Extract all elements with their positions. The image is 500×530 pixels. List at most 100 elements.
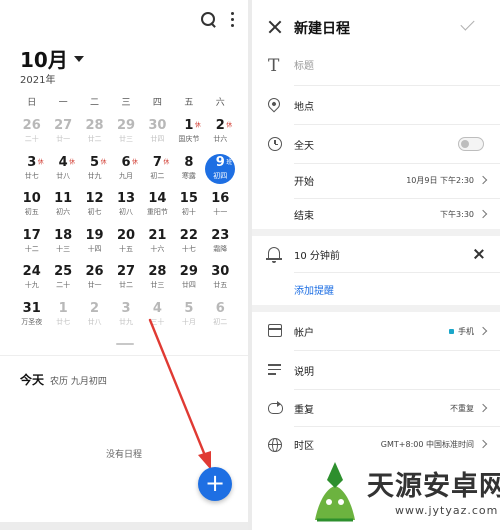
location-row[interactable]: 地点 bbox=[252, 86, 500, 124]
add-event-button[interactable]: + bbox=[198, 467, 232, 501]
day-cell[interactable]: 20 十五 bbox=[110, 226, 141, 263]
day-cell[interactable]: 25 二十 bbox=[47, 262, 78, 299]
lunar-date: 廿二 bbox=[87, 135, 102, 143]
all-day-toggle[interactable] bbox=[458, 137, 484, 151]
weekday-label: 一 bbox=[58, 98, 68, 108]
repeat-row[interactable]: 重复 不重复 bbox=[252, 390, 500, 426]
day-cell[interactable]: 30 廿四 bbox=[142, 116, 173, 153]
reminder-label: 10 分钟前 bbox=[294, 251, 340, 262]
day-number: 21 bbox=[148, 227, 167, 243]
lunar-date: 廿一 bbox=[87, 281, 102, 289]
lunar-date: 廿八 bbox=[56, 171, 71, 180]
day-cell[interactable]: 29 廿四 bbox=[173, 262, 204, 299]
day-cell[interactable]: 17 十二 bbox=[16, 226, 47, 263]
day-cell[interactable]: 28 廿二 bbox=[79, 116, 110, 153]
day-cell[interactable]: 11 初六 bbox=[47, 189, 78, 226]
day-cell[interactable]: 4 三十 bbox=[142, 299, 173, 336]
start-time-row[interactable]: 开始 10月9日 下午2:30 bbox=[252, 164, 500, 198]
day-number: 17 bbox=[22, 227, 41, 243]
day-number: 28 bbox=[85, 118, 104, 133]
day-cell-selected[interactable]: 9 初四班 bbox=[205, 153, 236, 190]
day-cell[interactable]: 18 十三 bbox=[47, 226, 78, 263]
lunar-date: 万圣夜 bbox=[21, 317, 43, 326]
day-cell[interactable]: 15 初十 bbox=[173, 189, 204, 226]
new-event-screen: 新建日程 T 地点 全天 开始 10月9日 下午2:30 结束 下午3:30 1… bbox=[252, 0, 500, 530]
day-cell[interactable]: 3 廿七休 bbox=[16, 153, 47, 190]
remove-reminder-icon[interactable] bbox=[474, 249, 484, 259]
more-options-icon[interactable] bbox=[230, 12, 234, 27]
day-cell[interactable]: 29 廿三 bbox=[110, 116, 141, 153]
day-cell[interactable]: 3 廿九 bbox=[110, 299, 141, 336]
day-cell[interactable]: 2 廿六休 bbox=[205, 116, 236, 153]
day-cell[interactable]: 7 初二休 bbox=[142, 153, 173, 190]
day-cell[interactable]: 4 廿八休 bbox=[47, 153, 78, 190]
page-title: 新建日程 bbox=[294, 21, 350, 37]
lunar-date: 廿五 bbox=[213, 281, 228, 289]
day-cell[interactable]: 23 霜降 bbox=[205, 226, 236, 263]
day-cell[interactable]: 12 初七 bbox=[79, 189, 110, 226]
day-cell[interactable]: 1 廿七 bbox=[47, 299, 78, 336]
day-cell[interactable]: 26 廿一 bbox=[79, 262, 110, 299]
month-selector[interactable]: 10月 bbox=[20, 44, 84, 73]
description-row[interactable]: 说明 bbox=[252, 351, 500, 389]
day-number: 10 bbox=[22, 191, 41, 206]
lunar-date: 十二 bbox=[24, 244, 39, 253]
arrow-shaft bbox=[148, 318, 208, 460]
day-cell[interactable]: 19 十四 bbox=[79, 226, 110, 263]
chevron-right-icon bbox=[478, 209, 488, 219]
day-cell[interactable]: 24 十九 bbox=[16, 262, 47, 299]
day-cell[interactable]: 27 廿一 bbox=[47, 116, 78, 153]
day-cell[interactable]: 21 十六 bbox=[142, 226, 173, 263]
day-cell[interactable]: 26 二十 bbox=[16, 116, 47, 153]
save-check-icon[interactable] bbox=[460, 16, 475, 31]
today-label: 今天 bbox=[20, 373, 45, 387]
day-cell[interactable]: 1 国庆节休 bbox=[173, 116, 204, 153]
day-number: 23 bbox=[211, 227, 230, 243]
day-cell[interactable]: 2 廿八 bbox=[79, 299, 110, 336]
chevron-right-icon bbox=[478, 326, 488, 336]
end-time-row[interactable]: 结束 下午3:30 bbox=[252, 199, 500, 229]
repeat-label: 重复 bbox=[294, 405, 314, 416]
holiday-badge: 休 bbox=[37, 158, 44, 166]
description-lines-icon bbox=[268, 364, 281, 375]
weekday-label: 五 bbox=[184, 98, 194, 108]
location-pin-icon bbox=[265, 95, 283, 113]
day-cell[interactable]: 6 初二 bbox=[205, 299, 236, 336]
day-number: 25 bbox=[54, 264, 73, 279]
lunar-date: 霜降 bbox=[213, 244, 228, 253]
add-reminder-link[interactable]: 添加提醒 bbox=[294, 282, 334, 297]
section-gap bbox=[252, 229, 500, 236]
lunar-date: 十六 bbox=[150, 244, 165, 253]
day-cell[interactable]: 6 九月休 bbox=[110, 153, 141, 190]
day-cell[interactable]: 27 廿二 bbox=[110, 262, 141, 299]
day-cell[interactable]: 30 廿五 bbox=[205, 262, 236, 299]
day-cell[interactable]: 10 初五 bbox=[16, 189, 47, 226]
title-input[interactable] bbox=[294, 57, 474, 75]
search-icon[interactable] bbox=[201, 12, 216, 28]
collapse-handle[interactable] bbox=[116, 343, 134, 345]
holiday-badge: 休 bbox=[194, 122, 201, 129]
day-number: 22 bbox=[179, 227, 198, 243]
no-events-text: 没有日程 bbox=[105, 450, 142, 460]
end-value: 下午3:30 bbox=[440, 210, 474, 219]
watermark-site-name: 天源安卓网 bbox=[367, 471, 500, 502]
day-cell[interactable]: 5 十月 bbox=[173, 299, 204, 336]
day-number: 16 bbox=[211, 191, 230, 206]
account-row[interactable]: 帐户 手机 bbox=[252, 312, 500, 350]
reminder-row: 10 分钟前 bbox=[252, 236, 500, 272]
close-icon[interactable] bbox=[268, 20, 282, 34]
day-number: 28 bbox=[148, 264, 167, 279]
day-cell[interactable]: 5 廿九休 bbox=[79, 153, 110, 190]
day-cell[interactable]: 16 十一 bbox=[205, 189, 236, 226]
lunar-date: 廿七 bbox=[56, 317, 71, 326]
day-number: 11 bbox=[54, 191, 73, 206]
day-cell[interactable]: 31 万圣夜 bbox=[16, 299, 47, 336]
day-cell[interactable]: 28 廿三 bbox=[142, 262, 173, 299]
day-number: 3 bbox=[121, 300, 131, 316]
new-event-header: 新建日程 bbox=[252, 0, 500, 56]
day-cell[interactable]: 8 寒露 bbox=[173, 153, 204, 190]
day-number: 27 bbox=[54, 118, 73, 133]
day-cell[interactable]: 22 十七 bbox=[173, 226, 204, 263]
day-cell[interactable]: 13 初八 bbox=[110, 189, 141, 226]
day-cell[interactable]: 14 重阳节 bbox=[142, 189, 173, 226]
